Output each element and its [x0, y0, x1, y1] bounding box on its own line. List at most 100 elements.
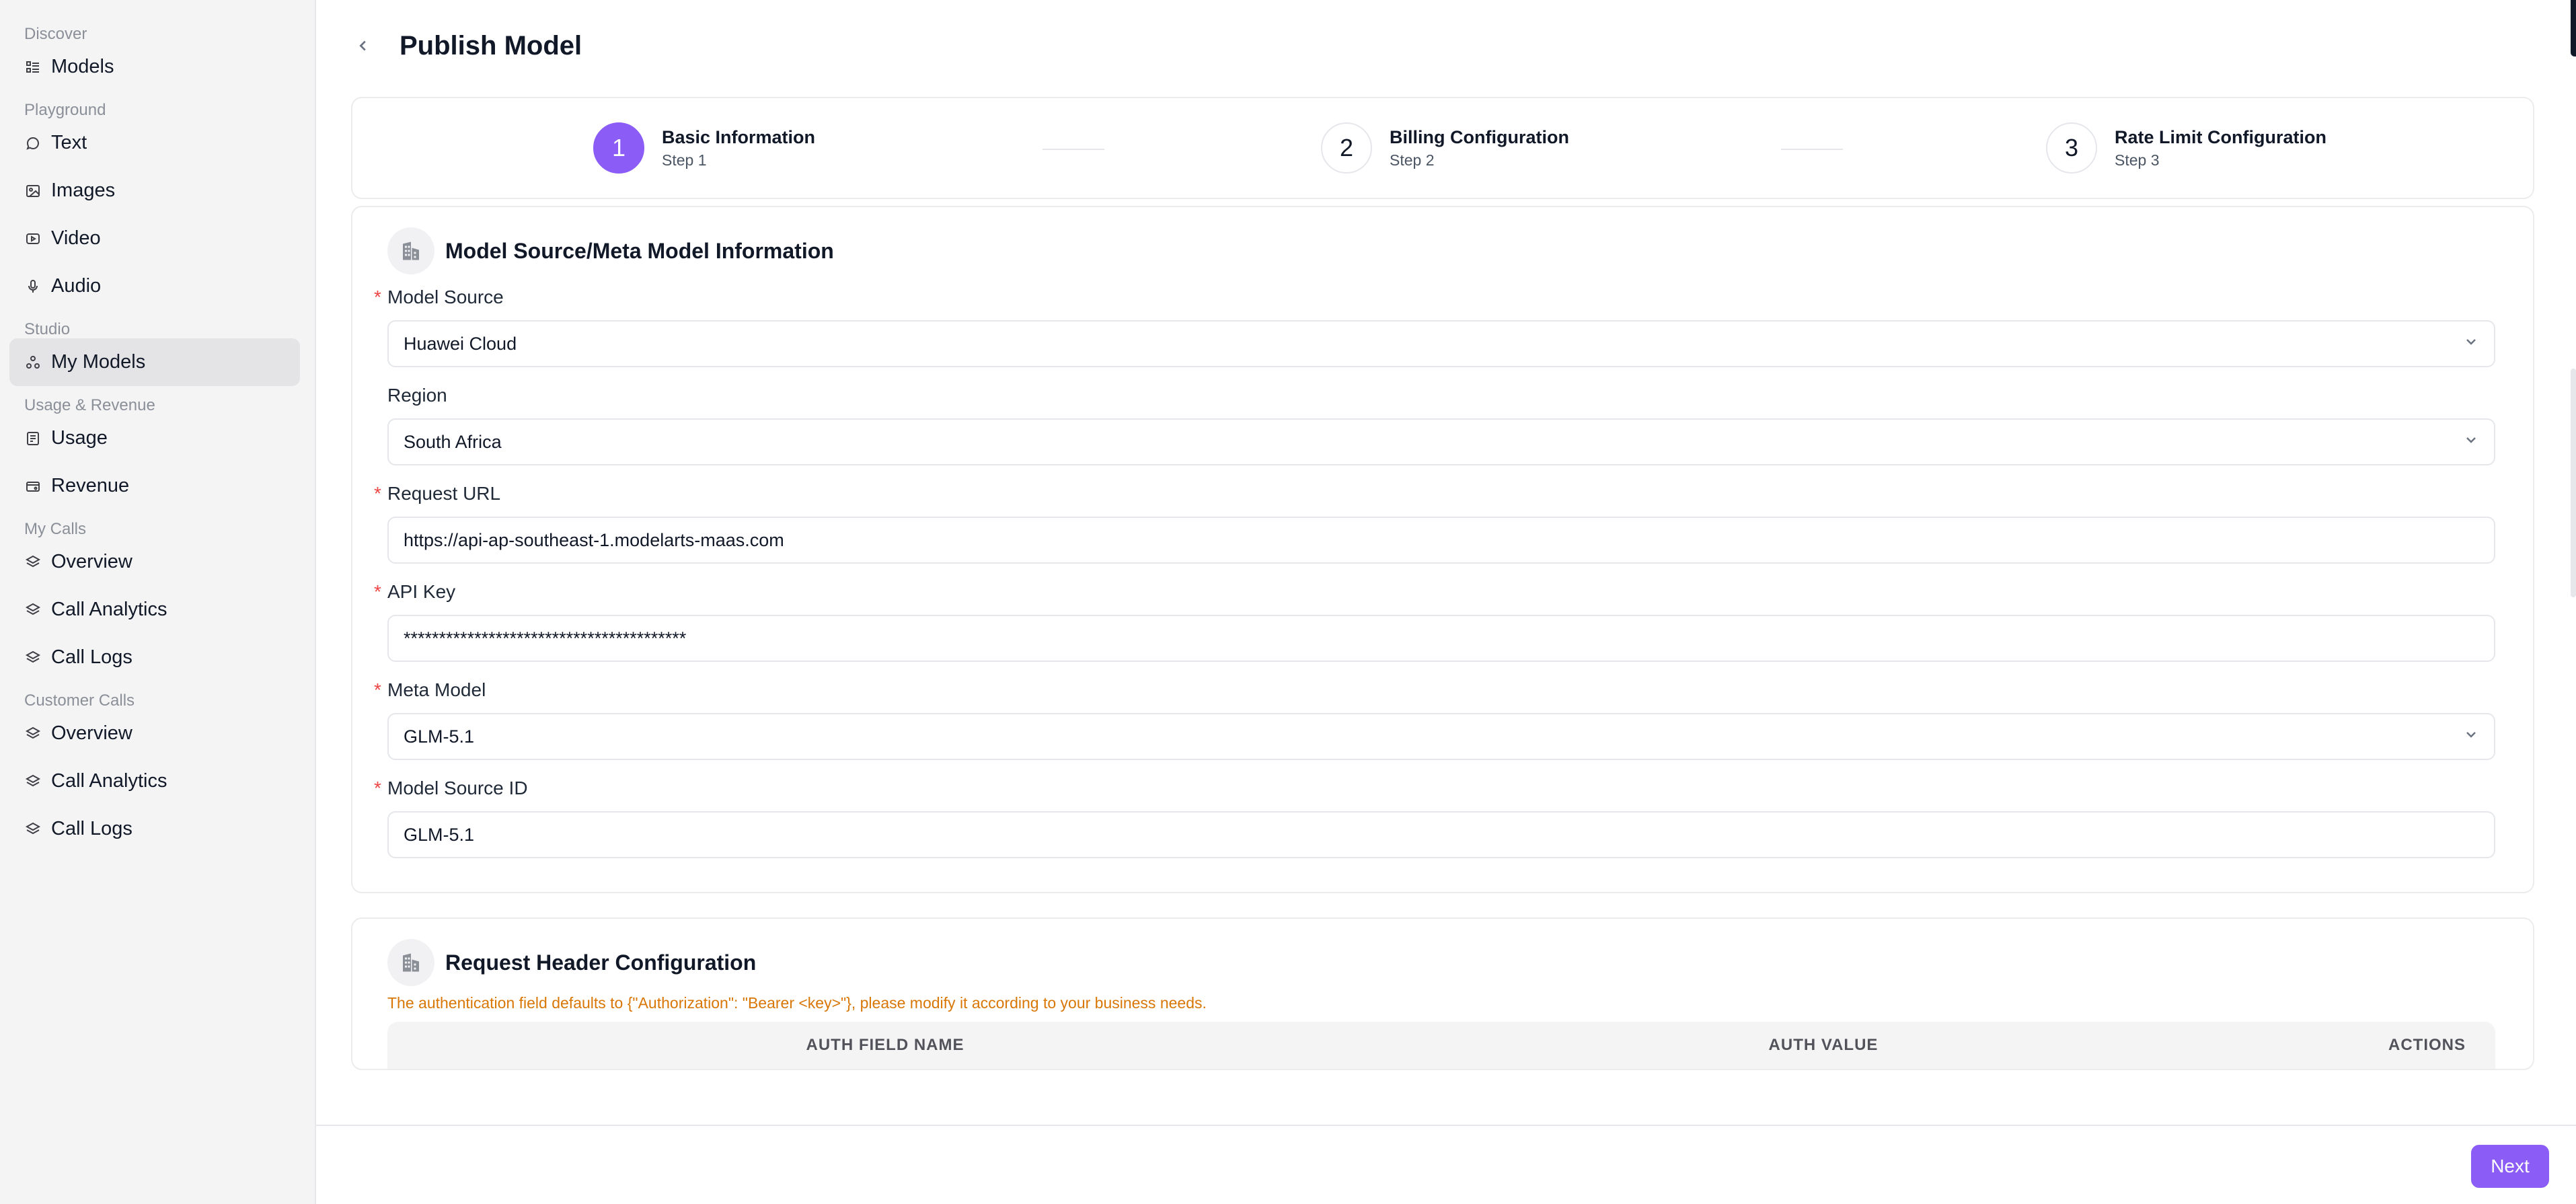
layers-icon [24, 773, 42, 790]
page-header: Publish Model [316, 0, 2576, 91]
sidebar-item-label: Revenue [51, 475, 130, 496]
step-number: 2 [1321, 122, 1372, 174]
api-key-input-wrap [387, 615, 2495, 662]
chevron-left-icon [359, 40, 366, 51]
model-source-select[interactable]: Huawei Cloud [387, 320, 2495, 367]
select-value: Huawei Cloud [404, 333, 517, 354]
nav-group-discover: Discover [24, 25, 87, 43]
sidebar-item-label: Call Analytics [51, 770, 167, 792]
usage-icon [24, 430, 42, 447]
request-header-section: Request Header Configuration The authent… [351, 917, 2534, 1070]
sidebar-item-usage[interactable]: Usage [9, 414, 300, 462]
required-marker: * [374, 287, 381, 307]
api-key-input[interactable] [404, 628, 2479, 649]
layers-icon [24, 821, 42, 838]
request-url-input-wrap [387, 517, 2495, 564]
column-header-actions: ACTIONS [2388, 1036, 2466, 1054]
layers-icon [24, 601, 42, 619]
nav-group-usage-revenue: Usage & Revenue [24, 396, 155, 414]
back-button[interactable] [351, 34, 375, 58]
models-icon [24, 59, 42, 76]
chevron-down-icon [2463, 726, 2479, 747]
sidebar-item-label: Overview [51, 551, 132, 572]
sidebar-item-my-models[interactable]: My Models [9, 338, 300, 386]
meta-model-select[interactable]: GLM-5.1 [387, 713, 2495, 760]
required-marker: * [374, 679, 381, 700]
request-url-input[interactable] [404, 529, 2479, 551]
sidebar-item-audio[interactable]: Audio [9, 262, 300, 310]
corner-indicator [2571, 0, 2576, 57]
sidebar-item-label: Usage [51, 427, 108, 449]
sidebar-item-models[interactable]: Models [9, 43, 300, 91]
request-url-field: * Request URL [374, 479, 2498, 564]
app-root: Discover Models Playground Text Images V… [0, 0, 2576, 1204]
sidebar-item-my-call-logs[interactable]: Call Logs [9, 634, 300, 681]
mic-icon [24, 278, 42, 295]
nav-group-studio: Studio [24, 320, 71, 338]
building-icon [387, 939, 434, 986]
field-label: Region [387, 385, 447, 406]
chat-icon [24, 135, 42, 152]
sidebar-item-text[interactable]: Text [9, 119, 300, 167]
nav-group-my-calls: My Calls [24, 520, 87, 538]
section-title: Request Header Configuration [445, 950, 757, 975]
chevron-down-icon [2463, 334, 2479, 354]
column-header-auth-value: AUTH VALUE [1768, 1036, 1879, 1054]
step-number: 1 [593, 122, 644, 174]
nodes-icon [24, 354, 42, 371]
field-label: Model Source ID [387, 778, 528, 798]
step-subtitle: Step 1 [662, 151, 707, 169]
field-label: Request URL [387, 483, 501, 504]
region-select[interactable]: South Africa [387, 418, 2495, 465]
sidebar-item-label: Call Logs [51, 646, 132, 668]
sidebar-item-customer-call-analytics[interactable]: Call Analytics [9, 757, 300, 805]
sidebar-item-my-call-analytics[interactable]: Call Analytics [9, 586, 300, 634]
region-field: Region South Africa [387, 381, 2498, 465]
scrollbar[interactable] [2571, 369, 2576, 597]
sidebar: Discover Models Playground Text Images V… [0, 0, 316, 1204]
step-title: Billing Configuration [1390, 127, 1569, 147]
next-button[interactable]: Next [2471, 1145, 2549, 1188]
required-marker: * [374, 778, 381, 798]
step-basic-information[interactable]: 1 Basic Information Step 1 [593, 122, 815, 174]
model-source-id-input-wrap [387, 811, 2495, 858]
sidebar-item-label: Overview [51, 722, 132, 744]
sidebar-item-video[interactable]: Video [9, 215, 300, 262]
required-marker: * [374, 581, 381, 602]
footer-bar: Next [316, 1125, 2576, 1204]
field-label: Model Source [387, 287, 504, 307]
step-subtitle: Step 3 [2115, 151, 2160, 169]
sidebar-item-customer-overview[interactable]: Overview [9, 710, 300, 757]
step-title: Basic Information [662, 127, 816, 147]
step-rate-limit-configuration[interactable]: 3 Rate Limit Configuration Step 3 [2046, 122, 2326, 174]
model-source-section: Model Source/Meta Model Information * Mod… [351, 206, 2534, 893]
layers-icon [24, 725, 42, 743]
field-label: API Key [387, 581, 456, 602]
building-icon [387, 227, 434, 274]
step-title: Rate Limit Configuration [2115, 127, 2326, 147]
chevron-down-icon [2463, 432, 2479, 453]
sidebar-item-label: Call Logs [51, 818, 132, 839]
select-value: GLM-5.1 [404, 726, 475, 747]
sidebar-item-revenue[interactable]: Revenue [9, 462, 300, 510]
sidebar-item-images[interactable]: Images [9, 167, 300, 215]
page-title: Publish Model [400, 30, 582, 61]
step-connector [1043, 149, 1104, 150]
sidebar-item-label: Call Analytics [51, 599, 167, 620]
main-panel: Publish Model 1 Basic Information Step 1… [316, 0, 2576, 1204]
sidebar-item-label: Audio [51, 275, 102, 297]
field-label: Meta Model [387, 679, 486, 700]
content-area: 1 Basic Information Step 1 2 Billing Con… [351, 97, 2534, 1070]
sidebar-item-label: Images [51, 180, 116, 201]
step-number: 3 [2046, 122, 2097, 174]
step-connector [1781, 149, 1843, 150]
model-source-id-field: * Model Source ID [374, 774, 2498, 858]
sidebar-item-label: Models [51, 56, 114, 77]
sidebar-item-my-overview[interactable]: Overview [9, 538, 300, 586]
image-icon [24, 182, 42, 200]
model-source-id-input[interactable] [404, 824, 2479, 845]
section-title: Model Source/Meta Model Information [445, 238, 834, 263]
step-billing-configuration[interactable]: 2 Billing Configuration Step 2 [1321, 122, 1569, 174]
layers-icon [24, 649, 42, 667]
sidebar-item-customer-call-logs[interactable]: Call Logs [9, 805, 300, 853]
